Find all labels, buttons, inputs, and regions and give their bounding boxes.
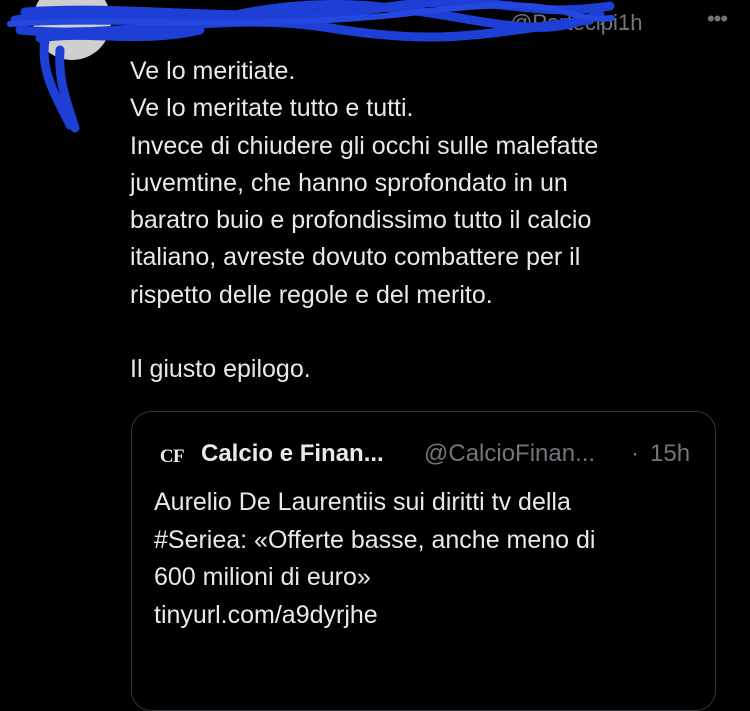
tweet-line: Ve lo meritiate. xyxy=(130,57,296,85)
quoted-tweet-card[interactable]: CF Calcio e Finan... @CalcioFinan... · 1… xyxy=(131,411,716,711)
quoted-line: 600 milioni di euro» xyxy=(154,563,371,591)
tweet-line: juvemtine, che hanno sprofondato in un xyxy=(130,168,568,197)
quoted-meta-separator: · xyxy=(631,440,639,467)
quoted-line: #Seriea: «Offerte basse, anche meno di xyxy=(154,525,596,554)
tweet-text: Ve lo meritiate. Ve lo meritate tutto e … xyxy=(130,53,710,389)
quoted-line: Aurelio De Laurentiis sui diritti tv del… xyxy=(154,488,571,516)
author-avatar[interactable] xyxy=(33,0,111,60)
meta-separator: · xyxy=(598,10,606,35)
quoted-tweet-text: Aurelio De Laurentiis sui diritti tv del… xyxy=(154,484,694,634)
tweet-line: italiano, avreste dovuto combattere per … xyxy=(130,243,581,272)
more-horizontal-icon[interactable]: ••• xyxy=(695,6,739,36)
tweet-time[interactable]: 1h xyxy=(618,10,642,36)
tweet-line: Invece di chiudere gli occhi sulle malef… xyxy=(130,131,599,160)
tweet-line: Ve lo meritate tutto e tutti. xyxy=(130,94,414,123)
tweet-line: Il giusto epilogo. xyxy=(130,355,311,384)
tweet-line: rispetto delle regole e del merito. xyxy=(130,280,493,309)
tweet-line: baratro buio e profondissimo tutto il ca… xyxy=(130,206,592,235)
quoted-tweet-time[interactable]: 15h xyxy=(650,440,690,468)
quoted-tweet-header: CF Calcio e Finan... @CalcioFinan... · 1… xyxy=(154,440,715,472)
quoted-author-avatar[interactable]: CF xyxy=(154,442,190,472)
quoted-link[interactable]: tinyurl.com/a9dyrjhe xyxy=(154,597,694,635)
quoted-author-name[interactable]: Calcio e Finan... xyxy=(201,440,384,468)
quoted-author-handle[interactable]: @CalcioFinan... xyxy=(424,440,595,468)
